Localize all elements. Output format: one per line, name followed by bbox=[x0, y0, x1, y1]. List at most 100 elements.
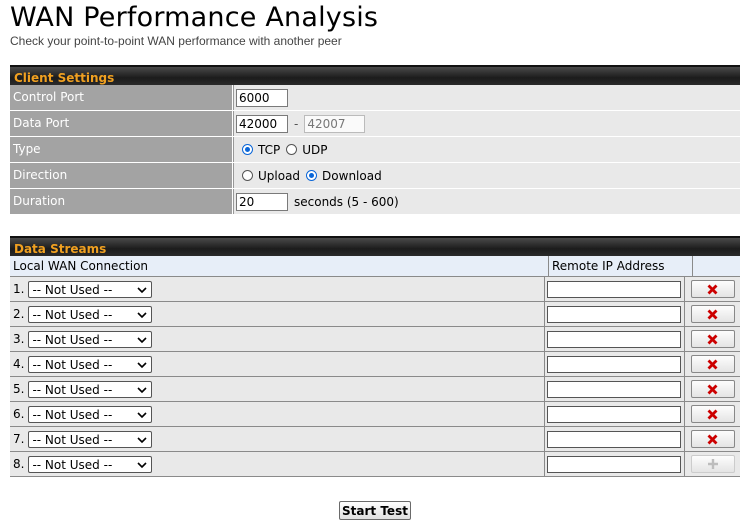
table-row: 3. -- Not Used -- bbox=[10, 327, 740, 352]
remote-ip-cell bbox=[545, 352, 685, 376]
remove-stream-button[interactable] bbox=[690, 280, 735, 298]
remote-ip-cell bbox=[545, 277, 685, 301]
row-index: 6. bbox=[13, 407, 25, 421]
local-wan-select-value: -- Not Used -- bbox=[32, 282, 113, 297]
data-streams-section: Data Streams Local WAN Connection Remote… bbox=[10, 236, 740, 477]
table-row: 7. -- Not Used -- bbox=[10, 427, 740, 452]
remote-ip-input[interactable] bbox=[547, 380, 681, 398]
local-wan-cell: 3. -- Not Used -- bbox=[10, 327, 545, 351]
action-cell bbox=[685, 427, 740, 451]
local-wan-select-value: -- Not Used -- bbox=[32, 332, 113, 347]
plus-icon bbox=[707, 459, 718, 469]
chevron-down-icon bbox=[137, 286, 148, 293]
local-wan-select[interactable]: -- Not Used -- bbox=[28, 430, 153, 448]
remote-ip-input[interactable] bbox=[547, 355, 681, 373]
local-wan-cell: 7. -- Not Used -- bbox=[10, 427, 545, 451]
local-wan-select[interactable]: -- Not Used -- bbox=[28, 280, 153, 298]
local-wan-select[interactable]: -- Not Used -- bbox=[28, 330, 153, 348]
start-test-button[interactable]: Start Test bbox=[339, 501, 411, 520]
close-icon bbox=[707, 309, 718, 319]
remote-ip-input[interactable] bbox=[547, 455, 681, 473]
chevron-down-icon bbox=[137, 361, 148, 368]
page-title: WAN Performance Analysis bbox=[10, 2, 379, 33]
client-settings-section: Client Settings Control Port 6000 Data P… bbox=[10, 65, 740, 215]
remote-ip-input[interactable] bbox=[547, 405, 681, 423]
table-row: 1. -- Not Used -- bbox=[10, 277, 740, 302]
table-row: 2. -- Not Used -- bbox=[10, 302, 740, 327]
control-port-row: Control Port 6000 bbox=[10, 85, 740, 111]
data-port-label: Data Port bbox=[10, 111, 233, 136]
row-index: 3. bbox=[13, 332, 25, 346]
duration-label: Duration bbox=[10, 189, 233, 214]
data-port-input[interactable]: 42000 bbox=[236, 114, 288, 133]
direction-download-label[interactable]: Download bbox=[322, 169, 382, 183]
remote-ip-cell bbox=[545, 302, 685, 326]
local-wan-cell: 8. -- Not Used -- bbox=[10, 452, 545, 476]
type-udp-radio[interactable] bbox=[286, 144, 298, 155]
action-cell bbox=[685, 352, 740, 376]
chevron-down-icon bbox=[137, 436, 148, 443]
remote-ip-input[interactable] bbox=[547, 280, 681, 298]
local-wan-select[interactable]: -- Not Used -- bbox=[28, 380, 153, 398]
row-index: 5. bbox=[13, 382, 25, 396]
data-streams-header: Local WAN Connection Remote IP Address bbox=[10, 256, 740, 277]
remove-stream-button[interactable] bbox=[690, 405, 735, 423]
type-row: Type TCP UDP bbox=[10, 137, 740, 163]
column-action bbox=[693, 256, 740, 276]
action-cell bbox=[685, 452, 740, 476]
direction-download-radio[interactable] bbox=[306, 170, 318, 181]
local-wan-select-value: -- Not Used -- bbox=[32, 432, 113, 447]
page-subtitle: Check your point-to-point WAN performanc… bbox=[10, 34, 342, 48]
remove-stream-button[interactable] bbox=[690, 380, 735, 398]
remove-stream-button[interactable] bbox=[690, 430, 735, 448]
local-wan-cell: 5. -- Not Used -- bbox=[10, 377, 545, 401]
data-port-row: Data Port 42000 - 42007 bbox=[10, 111, 740, 137]
data-streams-heading: Data Streams bbox=[10, 236, 740, 256]
type-tcp-radio[interactable] bbox=[242, 144, 253, 155]
add-stream-button[interactable] bbox=[690, 455, 735, 473]
remote-ip-input[interactable] bbox=[547, 330, 681, 348]
close-icon bbox=[707, 284, 718, 294]
duration-suffix: seconds (5 - 600) bbox=[294, 194, 399, 209]
direction-upload-radio[interactable] bbox=[242, 170, 253, 181]
remote-ip-input[interactable] bbox=[547, 430, 681, 448]
client-settings-heading: Client Settings bbox=[10, 65, 740, 85]
local-wan-cell: 4. -- Not Used -- bbox=[10, 352, 545, 376]
chevron-down-icon bbox=[137, 461, 148, 468]
close-icon bbox=[707, 384, 718, 394]
table-row: 8. -- Not Used -- bbox=[10, 452, 740, 477]
remote-ip-input[interactable] bbox=[547, 305, 681, 323]
action-cell bbox=[685, 402, 740, 426]
local-wan-select-value: -- Not Used -- bbox=[32, 457, 113, 472]
action-cell bbox=[685, 302, 740, 326]
control-port-input[interactable]: 6000 bbox=[236, 88, 288, 107]
local-wan-select[interactable]: -- Not Used -- bbox=[28, 355, 153, 373]
remove-stream-button[interactable] bbox=[690, 330, 735, 348]
type-udp-label[interactable]: UDP bbox=[302, 143, 327, 157]
column-remote-ip: Remote IP Address bbox=[549, 256, 693, 276]
close-icon bbox=[707, 434, 718, 444]
table-row: 6. -- Not Used -- bbox=[10, 402, 740, 427]
remove-stream-button[interactable] bbox=[690, 355, 735, 373]
row-index: 2. bbox=[13, 307, 25, 321]
direction-label: Direction bbox=[10, 163, 233, 188]
direction-upload-label[interactable]: Upload bbox=[258, 169, 300, 183]
close-icon bbox=[707, 334, 718, 344]
duration-row: Duration 20 seconds (5 - 600) bbox=[10, 189, 740, 215]
close-icon bbox=[707, 359, 718, 369]
action-cell bbox=[685, 377, 740, 401]
remove-stream-button[interactable] bbox=[690, 305, 735, 323]
local-wan-select-value: -- Not Used -- bbox=[32, 307, 113, 322]
table-row: 4. -- Not Used -- bbox=[10, 352, 740, 377]
local-wan-select[interactable]: -- Not Used -- bbox=[28, 305, 153, 323]
row-index: 1. bbox=[13, 282, 25, 296]
local-wan-select-value: -- Not Used -- bbox=[32, 357, 113, 372]
close-icon bbox=[707, 409, 718, 419]
local-wan-select[interactable]: -- Not Used -- bbox=[28, 455, 153, 473]
local-wan-cell: 2. -- Not Used -- bbox=[10, 302, 545, 326]
type-tcp-label[interactable]: TCP bbox=[258, 143, 280, 157]
local-wan-select[interactable]: -- Not Used -- bbox=[28, 405, 153, 423]
duration-input[interactable]: 20 bbox=[236, 192, 288, 211]
row-index: 7. bbox=[13, 432, 25, 446]
remote-ip-cell bbox=[545, 427, 685, 451]
